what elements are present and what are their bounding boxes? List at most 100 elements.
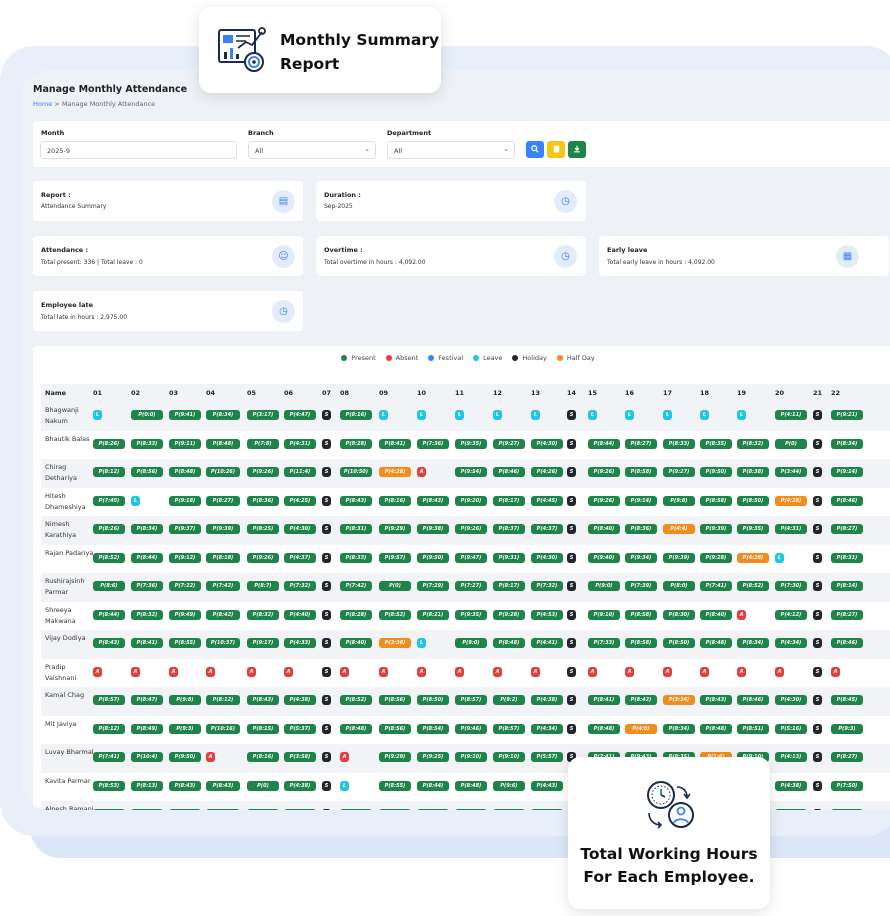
attendance-badge: P(9:27) — [663, 467, 695, 477]
legend-dot — [428, 355, 435, 361]
attendance-badge: S — [567, 723, 576, 734]
legend-item: Absent — [385, 354, 419, 362]
attendance-badge: P(8:52) — [737, 581, 769, 591]
attendance-badge: P(10:4) — [131, 752, 163, 762]
attendance-badge: S — [567, 495, 576, 506]
name-header: Name — [45, 389, 67, 397]
attendance-badge: A — [247, 666, 256, 677]
search-button[interactable] — [526, 141, 544, 158]
attendance-badge: L — [417, 410, 426, 420]
attendance-badge: P(8:13) — [131, 780, 163, 791]
attendance-badge: P(9:14) — [831, 467, 863, 477]
document-icon: ▤ — [272, 190, 295, 213]
attendance-badge: P(9:50) — [169, 752, 201, 762]
attendance-badge: P(8:55) — [379, 780, 411, 791]
attendance-badge: P(4:53) — [531, 609, 563, 620]
attendance-badge: P(4:38) — [284, 780, 316, 791]
attendance-badge: P(8:48) — [206, 438, 240, 449]
day-header: 07 — [322, 389, 332, 397]
legend-label: Absent — [395, 354, 419, 362]
attendance-badge: P(7:45) — [93, 495, 125, 506]
attendance-badge: A — [455, 666, 464, 677]
download-button[interactable] — [568, 141, 586, 158]
attendance-badge: P(8:30) — [663, 609, 695, 620]
pdf-button[interactable] — [547, 141, 565, 158]
attendance-badge: P(8:48) — [169, 467, 201, 477]
month-input[interactable]: 2025-9 — [40, 141, 237, 159]
attendance-badge: P(8:50) — [737, 495, 769, 506]
attendance-badge: P(8:48) — [340, 723, 372, 734]
clock-user-icon — [647, 781, 694, 829]
legend-label: Present — [351, 354, 376, 362]
attendance-badge: P(4:28) — [775, 495, 807, 506]
attendance-badge: S — [322, 495, 331, 506]
attendance-badge: P(8:26) — [93, 524, 125, 534]
attendance-badge: P(9:0) — [588, 581, 620, 591]
attendance-badge: P(8:55) — [169, 638, 201, 648]
attendance-badge: P(9:39) — [663, 552, 695, 563]
department-select[interactable]: All ⌄ — [387, 141, 515, 159]
attendance-value: Total present: 336 | Total leave : 0 — [41, 259, 143, 266]
attendance-badge: P(4:0) — [625, 723, 657, 734]
attendance-badge: P(0) — [247, 780, 279, 791]
attendance-badge: P(8:58) — [625, 609, 657, 620]
attendance-badge: S — [567, 581, 576, 591]
attendance-badge: P(8:41) — [588, 695, 620, 705]
attendance-badge: S — [567, 666, 576, 677]
day-header: 18 — [700, 389, 710, 397]
attendance-badge: P(9:39) — [206, 524, 240, 534]
attendance-badge: P(8:42) — [625, 695, 657, 705]
attendance-badge: A — [831, 666, 840, 677]
attendance-badge: P(9:34) — [625, 552, 657, 563]
attendance-badge: P(8:27) — [625, 438, 657, 449]
attendance-badge: P(8:43) — [700, 695, 732, 705]
working-hours-title: Total Working Hours For Each Employee. — [568, 843, 770, 889]
attendance-badge: P(8:41) — [379, 438, 411, 449]
table-row: Chirag Dethariya P(8:12) P(8:56) P(8:48) P(1… — [41, 459, 890, 488]
attendance-badge: A — [775, 666, 784, 677]
attendance-badge: S — [567, 467, 576, 477]
attendance-badge: P(8:52) — [93, 552, 125, 563]
attendance-badge: P(4:34) — [775, 638, 807, 648]
attendance-badge: P(9:35) — [455, 609, 487, 620]
attendance-badge: P(7:41) — [700, 581, 732, 591]
duration-value: Sep-2025 — [324, 203, 353, 210]
legend-label: Half Day — [566, 354, 595, 362]
attendance-badge: S — [813, 495, 822, 506]
legend-item: Festival — [428, 354, 463, 362]
attendance-badge: P(4:12) — [775, 609, 807, 620]
attendance-badge: P(8:51) — [737, 723, 769, 734]
attendance-badge: A — [379, 666, 388, 677]
attendance-badge: P(9:46) — [455, 723, 487, 734]
attendance-badge: P(9:10) — [455, 752, 487, 762]
attendance-badge: P(8:31) — [131, 809, 163, 810]
attendance-badge: P(3:34) — [663, 695, 695, 705]
early-leave-value: Total early leave in hours : 4,092.00 — [607, 259, 715, 266]
attendance-badge: S — [322, 581, 331, 591]
attendance-badge: S — [322, 410, 331, 420]
attendance-badge: S — [322, 552, 331, 563]
attendance-badge: P(9:49) — [169, 609, 201, 620]
attendance-badge: P(4:38) — [531, 695, 563, 705]
attendance-badge: L — [131, 495, 140, 506]
table-row: Hitesh Dhameshiya P(7:45) L P(9:18) P(8:27) P… — [41, 488, 890, 517]
early-leave-title: Early leave — [607, 246, 648, 254]
attendance-badge: P(8:47) — [131, 695, 163, 705]
clock-icon: ◷ — [554, 245, 577, 268]
attendance-badge: P(8:46) — [831, 495, 863, 506]
attendance-badge: S — [813, 524, 822, 534]
attendance-badge: P(4:25) — [284, 809, 316, 810]
attendance-badge: P(0:0) — [131, 410, 163, 420]
branch-select[interactable]: All ⌄ — [248, 141, 376, 159]
attendance-badge: A — [206, 666, 215, 677]
breadcrumb-home-link[interactable]: Home — [33, 100, 52, 108]
department-value: All — [394, 147, 403, 155]
table-row: Vijay Dodiya P(8:43) P(8:41) P(8:55) P(10:37… — [41, 630, 890, 659]
attendance-badge: P(8:43) — [93, 809, 125, 810]
employee-name: Luvay Bharmal — [45, 748, 94, 756]
attendance-badge: P(8:46) — [831, 638, 863, 648]
calendar-icon: ▦ — [836, 245, 859, 268]
attendance-badge: P(8:43) — [493, 809, 525, 810]
day-header: 13 — [531, 389, 541, 397]
attendance-badge: P(4:33) — [284, 638, 316, 648]
